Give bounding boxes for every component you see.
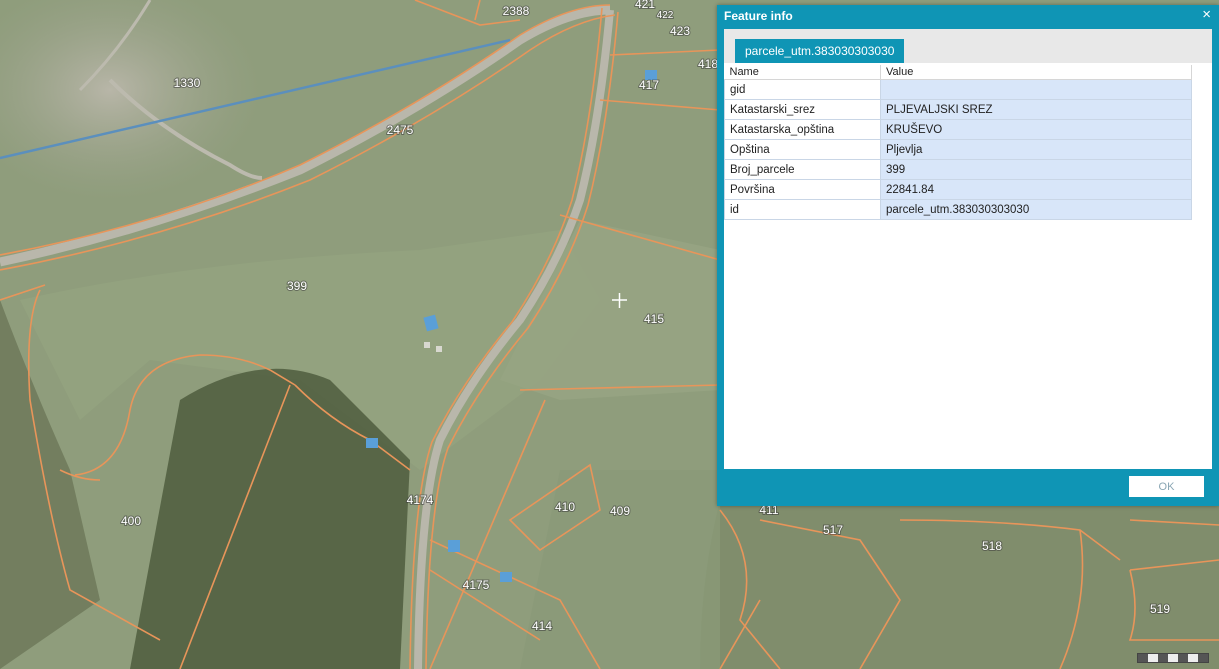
parcel-label: 2388 [503, 4, 530, 18]
tab-feature[interactable]: parcele_utm.383030303030 [735, 39, 905, 63]
parcel-label: 400 [121, 514, 141, 528]
parcel-label: 399 [287, 279, 307, 293]
attribute-name: Opština [724, 139, 881, 160]
attribute-value: 399 [880, 159, 1192, 180]
attribute-name: Broj_parcele [724, 159, 881, 180]
attribute-value: PLJEVALJSKI SREZ [880, 99, 1192, 120]
table-row[interactable]: Katastarski_srez PLJEVALJSKI SREZ [724, 99, 1192, 120]
parcel-label: 422 [657, 10, 674, 21]
parcel-label: 409 [610, 504, 630, 518]
parcel-label: 410 [555, 500, 575, 514]
building-roof [500, 572, 512, 582]
building-shed [436, 346, 442, 352]
column-header-value: Value [880, 65, 1192, 80]
parcel-label: 415 [644, 312, 664, 326]
parcel-label: 417 [639, 78, 659, 92]
parcel-label: 517 [823, 523, 843, 537]
parcel-label: 2475 [387, 123, 414, 137]
attribute-name: Katastarski_srez [724, 99, 881, 120]
attribute-name: id [724, 199, 881, 220]
parcel-label: 423 [670, 24, 690, 38]
feature-info-window[interactable]: Feature info × parcele_utm.383030303030 … [717, 5, 1219, 506]
ok-button[interactable]: OK [1129, 476, 1204, 497]
table-row[interactable]: gid [724, 79, 1192, 100]
parcel-label: 4174 [407, 493, 434, 507]
attribute-value: KRUŠEVO [880, 119, 1192, 140]
parcel-label: 421 [635, 0, 655, 11]
tab-bar: parcele_utm.383030303030 [724, 29, 1212, 63]
attribute-value [880, 79, 1192, 100]
close-icon[interactable]: × [1202, 7, 1211, 23]
imagery-woodland-southeast [700, 500, 1219, 669]
attribute-name: gid [724, 79, 881, 100]
table-row[interactable]: id parcele_utm.383030303030 [724, 199, 1192, 220]
scale-bar [1137, 653, 1209, 663]
column-header-name: Name [724, 65, 881, 80]
parcel-label: 414 [532, 619, 552, 633]
table-header-row: Name Value [724, 65, 1192, 80]
attribute-value: parcele_utm.383030303030 [880, 199, 1192, 220]
attribute-name: Katastarska_opština [724, 119, 881, 140]
table-row[interactable]: Katastarska_opština KRUŠEVO [724, 119, 1192, 140]
attribute-value: 22841.84 [880, 179, 1192, 200]
window-footer: OK [717, 469, 1219, 506]
parcel-label: 519 [1150, 602, 1170, 616]
table-row[interactable]: Opština Pljevlja [724, 139, 1192, 160]
parcel-label: 418 [698, 57, 718, 71]
building-roof [366, 438, 378, 448]
window-title: Feature info [724, 9, 793, 23]
window-header[interactable]: Feature info × [717, 5, 1219, 27]
table-row[interactable]: Površina 22841.84 [724, 179, 1192, 200]
building-shed [424, 342, 430, 348]
parcel-label: 4175 [463, 578, 490, 592]
table-row[interactable]: Broj_parcele 399 [724, 159, 1192, 180]
building-roof [448, 540, 460, 552]
attribute-value: Pljevlja [880, 139, 1192, 160]
parcel-label: 518 [982, 539, 1002, 553]
window-body: parcele_utm.383030303030 Name Value gid … [724, 29, 1212, 469]
attribute-table: Name Value gid Katastarski_srez PLJEVALJ… [724, 65, 1192, 220]
parcel-label: 1330 [174, 76, 201, 90]
attribute-name: Površina [724, 179, 881, 200]
